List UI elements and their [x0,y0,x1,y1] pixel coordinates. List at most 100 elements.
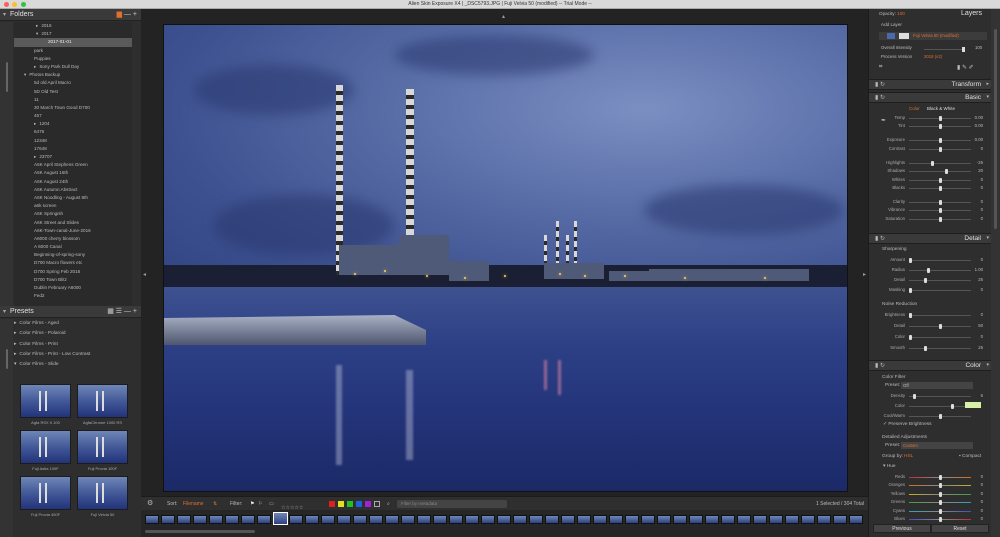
folder-item[interactable]: Fed2 [14,292,132,300]
slider-knob[interactable] [939,324,942,329]
filmstrip-thumbnail[interactable] [625,515,639,524]
preset-thumbnail[interactable] [20,476,71,510]
black-white-tab[interactable]: Black & White [927,106,955,111]
filmstrip-thumbnail[interactable] [721,515,735,524]
slider-knob[interactable] [909,258,912,263]
right-scrollbar[interactable] [991,9,1000,537]
group-by-dropdown[interactable]: HSL [904,454,913,459]
preserve-brightness-checkbox[interactable]: ✓ Preserve Brightness [883,422,932,427]
slider-row[interactable]: Whites 0 [881,176,983,184]
folders-panel-header[interactable]: ▾ Folders ▆ — + [0,9,141,21]
slider-row[interactable]: Density 6 [881,392,983,400]
collapse-triangle-icon[interactable]: ▾ [3,306,6,318]
filmstrip-thumbnail[interactable] [193,515,207,524]
presets-panel-header[interactable]: ▾ Presets ▦ ☰ — + [0,306,141,318]
collapse-icon[interactable]: ▾ [986,94,989,100]
filmstrip-thumbnail[interactable] [177,515,191,524]
slider-track[interactable] [909,270,971,271]
disclosure-triangle-icon[interactable]: ▾ [14,362,16,367]
filmstrip-thumbnail[interactable] [273,512,288,525]
slider-row[interactable]: Amount 0 [881,256,983,264]
slider-row[interactable]: Brightness 0 [881,311,983,319]
folder-item[interactable]: 2017-01-01 [14,38,132,47]
hue-slider-knob[interactable] [939,508,942,514]
slider-row[interactable]: Masking 0 [881,286,983,294]
filmstrip-thumbnail[interactable] [849,515,863,524]
yellow-label-swatch[interactable] [338,501,344,507]
folder-item[interactable]: 11 [14,96,132,104]
hue-slider-row[interactable]: Oranges 0 [881,481,983,489]
detail-header[interactable]: ▮ ↻ Detail ▾ [869,233,991,244]
filmstrip-thumbnail[interactable] [817,515,831,524]
reject-flag-icon[interactable]: ⚐ [258,501,262,507]
filmstrip-thumbnail[interactable] [593,515,607,524]
previous-button[interactable]: Previous [873,524,931,533]
slider-knob[interactable] [939,208,942,213]
slider-row[interactable]: Clarity 0 [881,198,983,206]
settings-gear-icon[interactable]: ⚙ [147,499,153,507]
hue-slider-row[interactable]: Yellows 0 [881,490,983,498]
slider-knob[interactable] [951,404,954,409]
slider-track[interactable] [909,171,971,172]
folder-item[interactable]: A6K Street and Slides [14,219,132,227]
preset-category[interactable]: ▸ Color Films - Print [14,340,132,350]
filmstrip-thumbnail[interactable] [241,515,255,524]
sort-direction-icon[interactable]: ⇅ [213,501,217,507]
filmstrip-thumbnail[interactable] [529,515,543,524]
folder-item[interactable]: Beginning-of-spring-sony [14,251,132,259]
preset-thumbnail[interactable] [20,430,71,464]
folder-item[interactable]: ▸ 23707 [14,153,132,161]
folder-item[interactable]: D700 Macro flowers etc [14,259,132,267]
slider-row[interactable]: Color 0 [881,333,983,341]
color-swatch[interactable] [965,402,981,408]
slider-knob[interactable] [912,394,916,399]
purple-label-swatch[interactable] [365,501,371,507]
preset-category[interactable]: ▾ Color Films - Slide [14,360,132,370]
folder-item[interactable]: A6K April Stephens Green [14,161,132,169]
visibility-toggle-icon[interactable]: ▮ ↻ [875,81,885,88]
hue-slider-knob[interactable] [939,483,942,489]
slider-knob[interactable] [939,414,942,419]
visibility-toggle-icon[interactable]: ▮ ↻ [875,94,885,101]
disclosure-triangle-icon[interactable]: ▸ [14,321,16,326]
slider-row[interactable]: Shadows 20 [881,167,983,175]
folder-item[interactable]: 457 [14,112,132,120]
flag-icon[interactable]: ⚑ [250,501,254,507]
slider-knob[interactable] [939,138,942,143]
preset-thumbnail[interactable] [77,384,128,418]
filmstrip-thumbnail[interactable] [705,515,719,524]
folder-item[interactable]: ▾ Photos Backup [14,71,132,79]
slider-knob[interactable] [939,116,942,121]
reset-button[interactable]: Reset [931,524,989,533]
folder-icon[interactable]: ▆ [117,11,122,18]
filmstrip-thumbnail[interactable] [161,515,175,524]
slider-row[interactable]: Vibrance 0 [881,206,983,214]
filmstrip-thumbnail[interactable] [513,515,527,524]
filmstrip-thumbnail[interactable] [545,515,559,524]
folder-item[interactable]: ▸ 1204 [14,120,132,128]
filmstrip-thumbnail[interactable] [417,515,431,524]
hue-slider-knob[interactable] [939,517,942,522]
metadata-filter-input[interactable]: Filter by metadata [397,500,507,508]
collapse-triangle-icon[interactable]: ▾ [3,9,6,21]
disclosure-triangle-icon[interactable]: ▸ [14,331,16,336]
folder-item[interactable]: ▾ 2017 [14,30,132,38]
slider-knob[interactable] [939,200,942,205]
folder-item[interactable]: A6K Autumn Abstract [14,186,132,194]
folder-item[interactable]: A6K August 24th [14,178,132,186]
slider-row[interactable]: Detail 50 [881,322,983,330]
filmstrip-thumbnail[interactable] [353,515,367,524]
collapse-top-arrow-icon[interactable]: ▴ [502,13,505,20]
add-layer-button[interactable]: Add Layer [881,22,902,27]
slider-knob[interactable] [931,161,935,166]
filmstrip-thumbnail[interactable] [609,515,623,524]
folder-item[interactable]: A6000 cherry blossom [14,235,132,243]
folder-controls[interactable]: ▆ — + [117,9,137,21]
slider-knob[interactable] [939,217,942,222]
hue-slider-row[interactable]: Reds 0 [881,473,983,481]
hue-section[interactable]: ▾ Hue [883,464,896,469]
disclosure-triangle-icon[interactable]: ▸ [34,154,36,159]
main-photo[interactable] [163,24,848,492]
preset-category[interactable]: ▸ Color Films - Aged [14,319,132,329]
visibility-toggle-icon[interactable]: ▮ ↻ [875,235,885,242]
